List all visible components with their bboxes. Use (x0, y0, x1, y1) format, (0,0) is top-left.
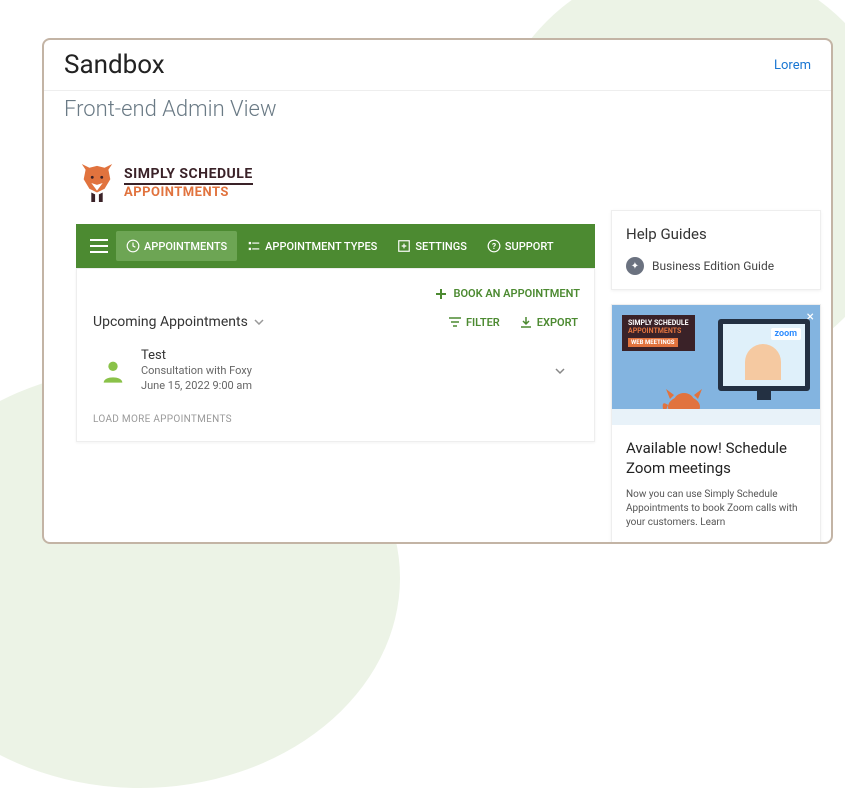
promo-card: × SIMPLY SCHEDULE APPOINTMENTS WEB MEETI… (611, 304, 821, 544)
plus-box-icon (397, 239, 411, 253)
plus-icon (435, 288, 447, 300)
logo-text-line1: SIMPLY SCHEDULE (124, 166, 253, 182)
hamburger-icon (90, 239, 108, 253)
promo-image: × SIMPLY SCHEDULE APPOINTMENTS WEB MEETI… (612, 305, 820, 425)
desk-graphic (612, 409, 820, 425)
help-icon: ? (487, 239, 501, 253)
nav-settings[interactable]: SETTINGS (387, 231, 477, 261)
help-guides-title: Help Guides (626, 225, 806, 243)
nav-label: SUPPORT (505, 240, 554, 253)
list-icon (247, 239, 261, 253)
load-more-button[interactable]: LOAD MORE APPOINTMENTS (91, 400, 580, 427)
primary-nav: APPOINTMENTS APPOINTMENT TYPES SETTINGS … (76, 224, 595, 268)
topbar-link[interactable]: Lorem (774, 58, 811, 73)
nav-appointments[interactable]: APPOINTMENTS (116, 231, 237, 261)
app-window: Sandbox Lorem Front-end Admin View SIMPL… (42, 38, 833, 544)
fox-icon (78, 162, 116, 204)
guide-link[interactable]: ✦ Business Edition Guide (626, 257, 806, 275)
expand-button[interactable] (548, 361, 572, 381)
promo-body: Now you can use Simply Schedule Appointm… (626, 488, 806, 530)
appointments-panel: BOOK AN APPOINTMENT Upcoming Appointment… (76, 268, 595, 442)
person-graphic (745, 344, 781, 380)
appointment-name: Test (141, 348, 534, 363)
brand-logo: SIMPLY SCHEDULE APPOINTMENTS (76, 136, 595, 224)
book-label: BOOK AN APPOINTMENT (453, 287, 580, 300)
person-icon (99, 357, 127, 385)
nav-label: APPOINTMENT TYPES (265, 240, 377, 253)
dropdown-icon[interactable] (254, 319, 264, 325)
appointment-datetime: June 15, 2022 9:00 am (141, 378, 534, 393)
promo-banner: SIMPLY SCHEDULE APPOINTMENTS WEB MEETING… (622, 315, 695, 351)
export-button[interactable]: EXPORT (520, 316, 578, 329)
book-appointment-button[interactable]: BOOK AN APPOINTMENT (435, 287, 580, 300)
zoom-logo: zoom (771, 328, 801, 340)
nav-label: APPOINTMENTS (144, 240, 227, 253)
appointment-type: Consultation with Foxy (141, 363, 534, 378)
svg-text:?: ? (492, 241, 496, 251)
promo-title: Available now! Schedule Zoom meetings (626, 439, 806, 478)
guide-link-label: Business Edition Guide (652, 259, 774, 273)
monitor-graphic: zoom (718, 319, 810, 391)
section-title: Upcoming Appointments (93, 314, 264, 330)
chevron-down-icon (554, 367, 566, 375)
help-guides-card: Help Guides ✦ Business Edition Guide (611, 210, 821, 290)
topbar: Sandbox Lorem (44, 40, 831, 91)
nav-appointment-types[interactable]: APPOINTMENT TYPES (237, 231, 387, 261)
download-icon (520, 316, 532, 328)
nav-label: SETTINGS (415, 240, 467, 253)
clock-icon (126, 239, 140, 253)
appointment-row[interactable]: Test Consultation with Foxy June 15, 202… (91, 330, 580, 400)
nav-support[interactable]: ? SUPPORT (477, 231, 564, 261)
menu-button[interactable] (82, 229, 116, 263)
page-title: Sandbox (64, 50, 165, 80)
guide-icon: ✦ (626, 257, 644, 275)
export-label: EXPORT (537, 316, 578, 329)
filter-button[interactable]: FILTER (449, 316, 500, 329)
subtitle: Front-end Admin View (44, 91, 831, 136)
filter-icon (449, 317, 461, 327)
logo-text-line2: APPOINTMENTS (124, 185, 253, 200)
filter-label: FILTER (466, 316, 500, 329)
